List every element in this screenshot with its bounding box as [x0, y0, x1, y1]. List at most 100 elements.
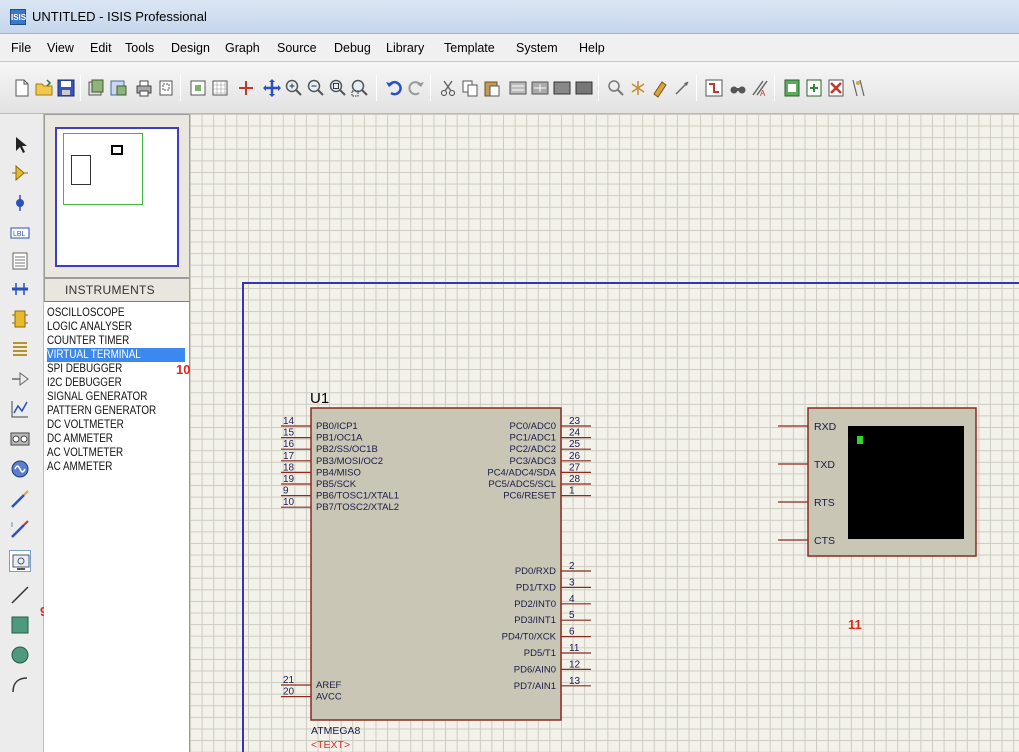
instrument-item[interactable]: COUNTER TIMER [47, 334, 129, 348]
menu-debug[interactable]: Debug [334, 41, 371, 55]
pin-number: 21 [283, 675, 295, 686]
terminal-pin-label: RXD [814, 421, 837, 433]
voltage-probe-icon[interactable] [9, 488, 31, 510]
menu-source[interactable]: Source [277, 41, 317, 55]
print-area-icon[interactable] [156, 78, 176, 98]
make-device-icon[interactable] [628, 78, 648, 98]
zoom-area-icon[interactable] [350, 78, 370, 98]
paste-icon[interactable] [482, 78, 502, 98]
instrument-item[interactable]: AC VOLTMETER [47, 446, 123, 460]
pin-number: 1 [569, 486, 575, 497]
redo-icon[interactable] [406, 78, 426, 98]
instrument-item[interactable]: AC AMMETER [47, 460, 112, 474]
svg-text:I: I [11, 522, 13, 529]
pin-name: AVCC [316, 692, 342, 703]
menu-library[interactable]: Library [386, 41, 424, 55]
cut-icon[interactable] [438, 78, 458, 98]
zoom-in-icon[interactable] [284, 78, 304, 98]
schematic-canvas[interactable]: U1 ATMEGA8 <TEXT> 14 PB0/ICP1 15 PB1/OC1A 16… [190, 114, 1019, 752]
decompose-icon[interactable] [672, 78, 692, 98]
save-icon[interactable] [56, 78, 76, 98]
chip-text-placeholder: <TEXT> [311, 739, 350, 751]
selection-mode-icon[interactable] [9, 134, 31, 156]
block-move-icon[interactable] [530, 78, 550, 98]
zoom-all-icon[interactable] [328, 78, 348, 98]
instrument-item[interactable]: PATTERN GENERATOR [47, 404, 156, 418]
svg-text:A: A [760, 89, 766, 98]
menu-file[interactable]: File [11, 41, 31, 55]
open-folder-icon[interactable] [34, 78, 54, 98]
instrument-item[interactable]: LOGIC ANALYSER [47, 320, 132, 334]
menu-tools[interactable]: Tools [125, 41, 154, 55]
pin-name: PB4/MISO [316, 467, 361, 478]
menu-system[interactable]: System [516, 41, 558, 55]
pick-device-icon[interactable] [606, 78, 626, 98]
menu-graph[interactable]: Graph [225, 41, 260, 55]
origin-icon[interactable] [236, 78, 256, 98]
overview-sheet [55, 127, 179, 267]
block-rotate-icon[interactable] [552, 78, 572, 98]
wire-autorouter-icon[interactable] [704, 78, 724, 98]
instrument-item[interactable]: I2C DEBUGGER [47, 376, 122, 390]
grid-icon[interactable] [210, 78, 230, 98]
remove-sheet-icon[interactable] [804, 78, 824, 98]
graph-mode-icon[interactable] [9, 398, 31, 420]
property-tool-icon[interactable]: A [750, 78, 770, 98]
pin-name: PC0/ADC0 [510, 421, 556, 432]
pan-icon[interactable] [262, 78, 282, 98]
toolbar-separator [598, 75, 599, 101]
generator-mode-icon[interactable] [9, 458, 31, 480]
export-sheet-icon[interactable] [848, 78, 868, 98]
packaging-icon[interactable] [650, 78, 670, 98]
refresh-icon[interactable] [188, 78, 208, 98]
device-pins-icon[interactable] [9, 368, 31, 390]
instrument-item-selected[interactable]: VIRTUAL TERMINAL [47, 348, 185, 362]
terminal-callout: 11 [848, 617, 862, 632]
menu-view[interactable]: View [47, 41, 74, 55]
mode-toolbar: LBL I 9 [0, 114, 47, 752]
line-2d-icon[interactable] [9, 584, 31, 606]
new-file-icon[interactable] [12, 78, 32, 98]
print-icon[interactable] [134, 78, 154, 98]
current-probe-icon[interactable]: I [9, 518, 31, 540]
pin-number: 28 [569, 474, 581, 485]
pin-name: PD5/T1 [524, 648, 556, 659]
window-title: UNTITLED - ISIS Professional [32, 9, 207, 24]
search-tag-icon[interactable] [728, 78, 748, 98]
terminals-icon[interactable] [9, 338, 31, 360]
copy-icon[interactable] [460, 78, 480, 98]
instrument-item[interactable]: SPI DEBUGGER [47, 362, 122, 376]
menu-help[interactable]: Help [579, 41, 605, 55]
import-icon[interactable] [86, 78, 106, 98]
instrument-item[interactable]: DC AMMETER [47, 432, 113, 446]
wire-label-icon[interactable]: LBL [9, 222, 31, 244]
menu-design[interactable]: Design [171, 41, 210, 55]
instrument-item[interactable]: OSCILLOSCOPE [47, 306, 125, 320]
instrument-item[interactable]: SIGNAL GENERATOR [47, 390, 147, 404]
buses-icon[interactable] [9, 278, 31, 300]
arc-2d-icon[interactable] [9, 674, 31, 696]
menu-edit[interactable]: Edit [90, 41, 112, 55]
instrument-item[interactable]: DC VOLTMETER [47, 418, 124, 432]
box-2d-icon[interactable] [9, 614, 31, 636]
terminal-pin-label: TXD [814, 459, 835, 471]
block-copy-icon[interactable] [508, 78, 528, 98]
block-delete-icon[interactable] [574, 78, 594, 98]
pin-name: PB3/MOSI/OC2 [316, 456, 383, 467]
zoom-out-icon[interactable] [306, 78, 326, 98]
export-icon[interactable] [108, 78, 128, 98]
text-script-icon[interactable] [9, 250, 31, 272]
component-mode-icon[interactable] [9, 162, 31, 184]
virtual-instruments-icon[interactable] [9, 550, 31, 572]
new-sheet-icon[interactable] [782, 78, 802, 98]
svg-text:LBL: LBL [13, 231, 26, 238]
exit-to-parent-icon[interactable] [826, 78, 846, 98]
menu-template[interactable]: Template [444, 41, 495, 55]
undo-icon[interactable] [384, 78, 404, 98]
circle-2d-icon[interactable] [9, 644, 31, 666]
overview-window[interactable] [44, 114, 190, 278]
tape-recorder-icon[interactable] [9, 428, 31, 450]
subcircuit-icon[interactable] [9, 308, 31, 330]
junction-dot-icon[interactable] [9, 192, 31, 214]
pin-name: PD0/RXD [515, 566, 556, 577]
